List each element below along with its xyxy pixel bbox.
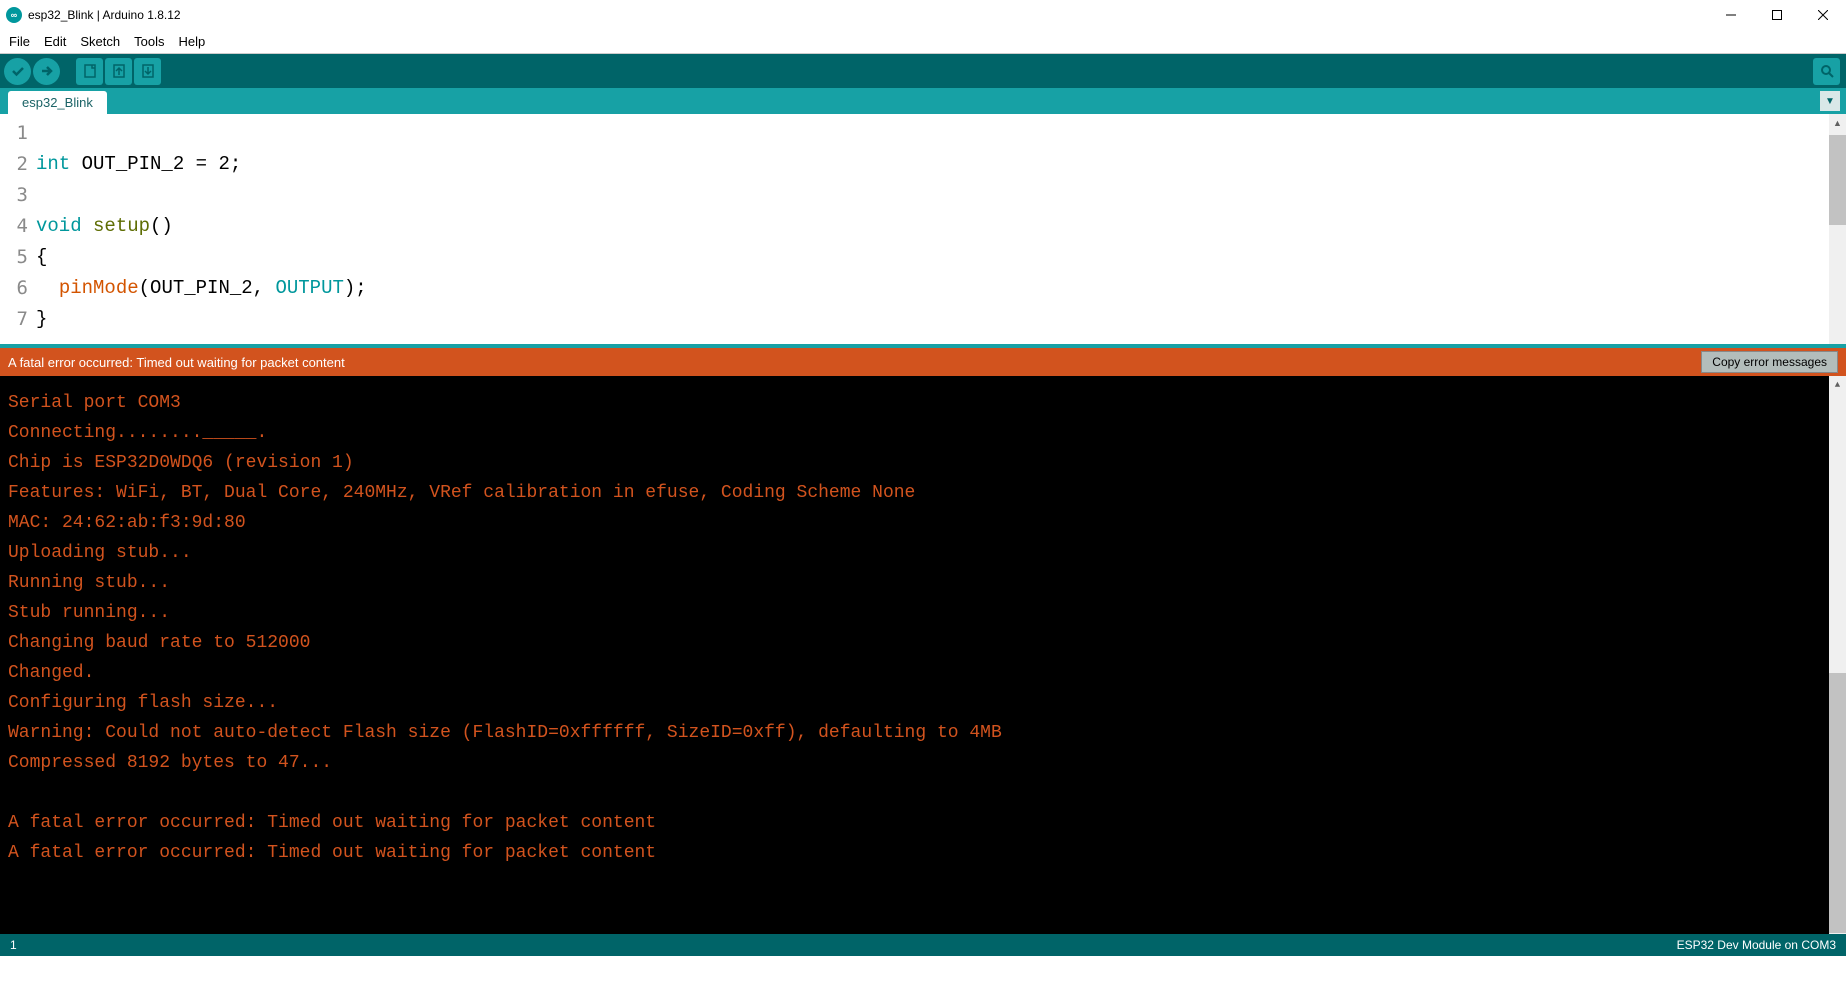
line-number: 6 <box>0 273 28 304</box>
minimize-button[interactable] <box>1708 0 1754 30</box>
console-line: Features: WiFi, BT, Dual Core, 240MHz, V… <box>8 478 1838 508</box>
maximize-icon <box>1772 10 1782 20</box>
code-line: { <box>36 242 1846 273</box>
output-console[interactable]: Serial port COM3Connecting........_____.… <box>0 376 1846 934</box>
console-line: Uploading stub... <box>8 538 1838 568</box>
console-line: MAC: 24:62:ab:f3:9d:80 <box>8 508 1838 538</box>
console-line: Changed. <box>8 658 1838 688</box>
magnifier-icon <box>1819 63 1835 79</box>
console-line: Running stub... <box>8 568 1838 598</box>
maximize-button[interactable] <box>1754 0 1800 30</box>
arrow-right-icon <box>39 63 55 79</box>
menu-sketch[interactable]: Sketch <box>73 32 127 51</box>
code-line: pinMode(OUT_PIN_2, OUTPUT); <box>36 273 1846 304</box>
menu-bar: File Edit Sketch Tools Help <box>0 30 1846 54</box>
save-button[interactable] <box>134 58 161 85</box>
chevron-down-icon: ▼ <box>1825 96 1835 107</box>
close-icon <box>1818 10 1828 20</box>
console-line: Configuring flash size... <box>8 688 1838 718</box>
copy-error-button[interactable]: Copy error messages <box>1701 351 1838 373</box>
scroll-thumb[interactable] <box>1829 135 1846 225</box>
error-message: A fatal error occurred: Timed out waitin… <box>8 355 345 370</box>
line-number: 3 <box>0 180 28 211</box>
line-number: 1 <box>0 118 28 149</box>
footer-status-bar: 1 ESP32 Dev Module on COM3 <box>0 934 1846 956</box>
minimize-icon <box>1726 10 1736 20</box>
console-line: Stub running... <box>8 598 1838 628</box>
code-area[interactable]: int OUT_PIN_2 = 2; void setup(){ pinMode… <box>34 114 1846 344</box>
console-line: Serial port COM3 <box>8 388 1838 418</box>
code-line <box>36 118 1846 149</box>
console-line: Chip is ESP32D0WDQ6 (revision 1) <box>8 448 1838 478</box>
window-title: esp32_Blink | Arduino 1.8.12 <box>28 8 181 22</box>
window-controls <box>1708 0 1846 30</box>
arrow-up-icon <box>111 63 127 79</box>
upload-button[interactable] <box>33 58 60 85</box>
code-line: } <box>36 304 1846 335</box>
console-line: Compressed 8192 bytes to 47... <box>8 748 1838 778</box>
menu-help[interactable]: Help <box>171 32 212 51</box>
code-line <box>36 180 1846 211</box>
line-number-gutter: 1234567 <box>0 114 34 344</box>
serial-monitor-button[interactable] <box>1813 58 1840 85</box>
line-indicator: 1 <box>10 938 17 952</box>
arduino-app-icon: ∞ <box>6 7 22 23</box>
scroll-up-arrow-icon[interactable]: ▲ <box>1829 376 1846 393</box>
console-line: A fatal error occurred: Timed out waitin… <box>8 808 1838 838</box>
tab-active[interactable]: esp32_Blink <box>8 91 107 114</box>
error-status-bar: A fatal error occurred: Timed out waitin… <box>0 348 1846 376</box>
line-number: 2 <box>0 149 28 180</box>
menu-tools[interactable]: Tools <box>127 32 171 51</box>
menu-edit[interactable]: Edit <box>37 32 73 51</box>
check-icon <box>10 63 26 79</box>
new-file-icon <box>82 63 98 79</box>
console-line <box>8 778 1838 808</box>
console-line: A fatal error occurred: Timed out waitin… <box>8 838 1838 868</box>
tab-bar: esp32_Blink ▼ <box>0 88 1846 114</box>
line-number: 7 <box>0 304 28 335</box>
code-editor[interactable]: 1234567 int OUT_PIN_2 = 2; void setup(){… <box>0 114 1846 344</box>
tab-dropdown-button[interactable]: ▼ <box>1820 91 1840 111</box>
window-titlebar: ∞ esp32_Blink | Arduino 1.8.12 <box>0 0 1846 30</box>
verify-button[interactable] <box>4 58 31 85</box>
close-button[interactable] <box>1800 0 1846 30</box>
arrow-down-icon <box>140 63 156 79</box>
open-button[interactable] <box>105 58 132 85</box>
new-button[interactable] <box>76 58 103 85</box>
console-line: Warning: Could not auto-detect Flash siz… <box>8 718 1838 748</box>
board-port-indicator: ESP32 Dev Module on COM3 <box>1677 938 1836 952</box>
console-line: Connecting........_____. <box>8 418 1838 448</box>
menu-file[interactable]: File <box>2 32 37 51</box>
scroll-thumb[interactable] <box>1829 673 1846 933</box>
code-line: int OUT_PIN_2 = 2; <box>36 149 1846 180</box>
line-number: 5 <box>0 242 28 273</box>
line-number: 4 <box>0 211 28 242</box>
code-line: void setup() <box>36 211 1846 242</box>
toolbar <box>0 54 1846 88</box>
scroll-up-arrow-icon[interactable]: ▲ <box>1829 114 1846 131</box>
editor-scrollbar[interactable]: ▲ <box>1829 114 1846 344</box>
console-scrollbar[interactable]: ▲ <box>1829 376 1846 934</box>
console-line: Changing baud rate to 512000 <box>8 628 1838 658</box>
